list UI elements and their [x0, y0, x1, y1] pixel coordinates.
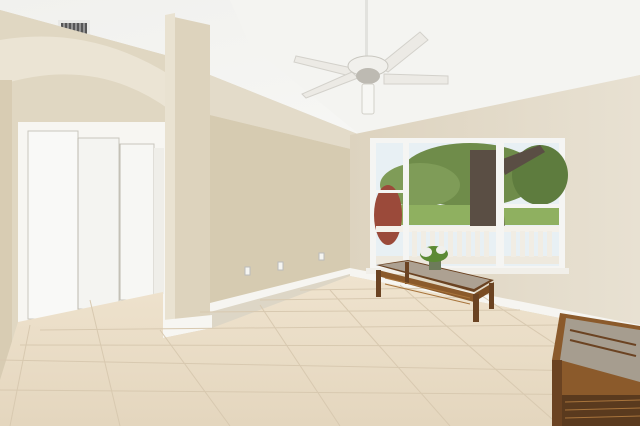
room-illustration — [0, 0, 640, 426]
window — [366, 138, 569, 274]
room-scene — [0, 0, 640, 426]
side-table — [552, 313, 640, 426]
closet-door — [18, 122, 166, 322]
